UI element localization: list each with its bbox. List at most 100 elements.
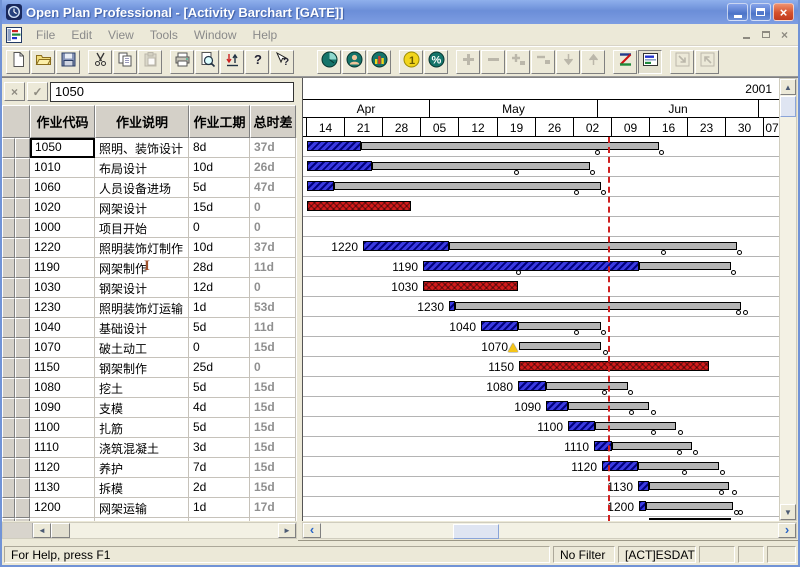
activity-desc-cell[interactable]: 挖土 [95,378,189,398]
minimize-button[interactable] [727,3,748,21]
activity-desc-cell[interactable]: 照明装饰灯运输 [95,298,189,318]
activity-code-cell[interactable]: 1030 [30,278,95,298]
total-float-cell[interactable]: 15d [250,418,296,438]
gantt-scroll-right-icon[interactable]: › [778,523,796,538]
row-selector[interactable] [15,398,30,418]
progress-bar[interactable] [481,321,518,331]
activity-desc-cell[interactable]: 土建完成 [95,518,189,521]
total-float-cell[interactable] [250,518,296,521]
row-selector[interactable] [15,158,30,178]
restore-button[interactable] [750,3,771,21]
activity-desc-cell[interactable]: 破土动工 [95,338,189,358]
row-selector[interactable] [2,178,15,198]
row-selector[interactable] [15,438,30,458]
scroll-left-icon[interactable]: ◄ [33,523,51,538]
duration-cell[interactable]: 0 [189,218,250,238]
critical-bar[interactable] [423,281,518,291]
row-selector[interactable] [15,238,30,258]
gantt-hscroll-thumb[interactable] [453,524,499,539]
pane-split-box[interactable] [3,523,33,538]
progress-bar[interactable] [423,261,639,271]
row-selector[interactable] [2,298,15,318]
activity-desc-cell[interactable]: 网架设计 [95,198,189,218]
save-button[interactable] [56,50,80,74]
row-selector[interactable] [2,478,15,498]
row-selector[interactable] [2,498,15,518]
activity-desc-cell[interactable]: 网架制作 [95,258,189,278]
row-selector[interactable] [2,278,15,298]
baseline-bar[interactable] [518,322,601,330]
baseline-bar[interactable] [546,382,628,390]
activity-code-cell[interactable]: 1230 [30,298,95,318]
baseline-bar[interactable] [639,262,731,270]
cut-button[interactable] [88,50,112,74]
menu-file[interactable]: File [28,26,63,44]
row-selector[interactable] [2,218,15,238]
duration-cell[interactable]: 1d [189,498,250,518]
progress-bar[interactable] [307,181,334,191]
row-selector[interactable] [15,498,30,518]
activity-desc-cell[interactable]: 扎筋 [95,418,189,438]
row-selector[interactable] [15,198,30,218]
baseline-bar[interactable] [646,502,733,510]
menu-edit[interactable]: Edit [63,26,100,44]
duration-cell[interactable]: 3d [189,438,250,458]
duration-cell[interactable]: 5d [189,178,250,198]
scroll-right-icon[interactable]: ► [278,523,296,538]
duration-cell[interactable]: 5d [189,318,250,338]
scroll-up-icon[interactable]: ▲ [780,79,796,95]
row-selector[interactable] [2,418,15,438]
row-selector[interactable] [15,178,30,198]
milestone-marker[interactable] [508,343,518,352]
row-selector[interactable] [15,258,30,278]
baseline-bar[interactable] [372,162,590,170]
activity-code-cell[interactable]: 1130 [30,478,95,498]
duration-cell[interactable]: 0 [189,338,250,358]
activity-desc-cell[interactable]: 拆模 [95,478,189,498]
total-float-cell[interactable]: 11d [250,318,296,338]
progress-bar[interactable] [449,301,455,311]
row-selector[interactable] [2,138,15,158]
total-float-cell[interactable]: 37d [250,138,296,158]
activity-code-cell[interactable]: 1060 [30,178,95,198]
accept-edit-button[interactable]: ✓ [27,82,48,101]
column-header-2[interactable]: 作业工期 [189,105,250,138]
context-help-button[interactable]: ? [270,50,294,74]
total-float-cell[interactable]: 0 [250,218,296,238]
activity-desc-cell[interactable]: 养护 [95,458,189,478]
row-selector[interactable] [15,318,30,338]
activity-code-cell[interactable]: 1100 [30,418,95,438]
progress-bar[interactable] [639,501,646,511]
gantt-vscroll-thumb[interactable] [780,96,796,117]
row-selector[interactable] [2,378,15,398]
table-scroll-thumb[interactable] [51,523,70,538]
row-selector[interactable] [2,358,15,378]
row-selector[interactable] [15,518,30,521]
open-button[interactable] [31,50,55,74]
print-preview-button[interactable] [195,50,219,74]
copy-button[interactable] [113,50,137,74]
gantt-horizontal-scrollbar[interactable]: ‹ › [302,522,797,539]
progress-bar[interactable] [638,481,649,491]
activity-code-cell[interactable]: 1010 [30,158,95,178]
row-selector[interactable] [15,338,30,358]
total-float-cell[interactable]: 0 [250,358,296,378]
duration-cell[interactable]: 1d [189,298,250,318]
total-float-cell[interactable]: 11d [250,258,296,278]
column-header-0[interactable]: 作业代码 [30,105,95,138]
progress-bar[interactable] [307,141,361,151]
duration-cell[interactable]: 12d [189,278,250,298]
duration-cell[interactable]: 28d [189,258,250,278]
activity-desc-cell[interactable]: 照明装饰灯制作 [95,238,189,258]
row-selector[interactable] [2,338,15,358]
mdi-minimize-button[interactable] [738,28,755,42]
activity-desc-cell[interactable]: 项目开始 [95,218,189,238]
cancel-edit-button[interactable]: × [4,82,25,101]
row-selector[interactable] [2,198,15,218]
menu-help[interactable]: Help [245,26,286,44]
activity-code-cell[interactable]: 1000 [30,218,95,238]
total-float-cell[interactable]: 15d [250,338,296,358]
table-scroll-track[interactable] [70,523,278,538]
duration-cell[interactable]: 10d [189,158,250,178]
baseline-bar[interactable] [649,482,729,490]
